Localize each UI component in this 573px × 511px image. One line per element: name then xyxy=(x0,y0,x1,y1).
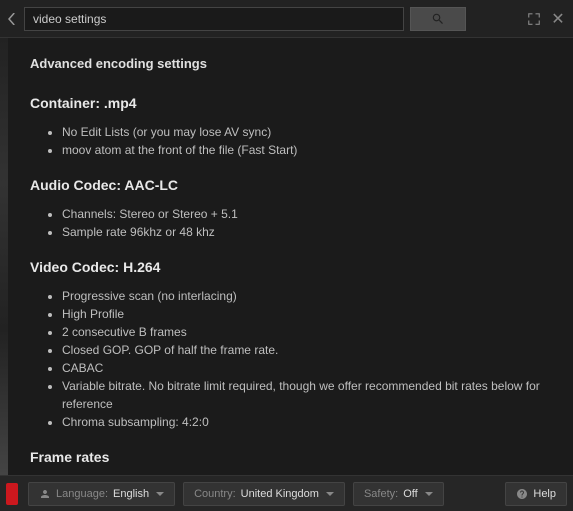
section-framerates-heading: Frame rates xyxy=(30,449,551,465)
section-video-list: Progressive scan (no interlacing) High P… xyxy=(30,287,551,431)
bottom-bar: Language: English Country: United Kingdo… xyxy=(0,475,573,511)
page-title: Advanced encoding settings xyxy=(30,56,551,71)
country-button[interactable]: Country: United Kingdom xyxy=(183,482,345,506)
expand-icon[interactable] xyxy=(525,10,543,28)
search-input[interactable] xyxy=(24,7,404,31)
section-container-heading: Container: .mp4 xyxy=(30,95,551,111)
language-value: English xyxy=(113,488,149,500)
search-icon xyxy=(431,12,445,26)
list-item: Variable bitrate. No bitrate limit requi… xyxy=(62,377,551,413)
list-item: Closed GOP. GOP of half the frame rate. xyxy=(62,341,551,359)
left-strip xyxy=(0,38,8,475)
person-icon xyxy=(39,488,51,500)
back-button[interactable] xyxy=(6,13,18,25)
country-value: United Kingdom xyxy=(241,488,319,500)
section-video-heading: Video Codec: H.264 xyxy=(30,259,551,275)
language-label: Language: xyxy=(56,488,108,500)
help-label: Help xyxy=(533,488,556,500)
list-item: Channels: Stereo or Stereo + 5.1 xyxy=(62,205,551,223)
section-audio-list: Channels: Stereo or Stereo + 5.1 Sample … xyxy=(30,205,551,241)
list-item: moov atom at the front of the file (Fast… xyxy=(62,141,551,159)
help-icon xyxy=(516,488,528,500)
country-label: Country: xyxy=(194,488,236,500)
safety-value: Off xyxy=(403,488,417,500)
language-button[interactable]: Language: English xyxy=(28,482,175,506)
safety-button[interactable]: Safety: Off xyxy=(353,482,444,506)
brand-strip xyxy=(6,483,18,505)
chevron-down-icon xyxy=(425,492,433,496)
list-item: High Profile xyxy=(62,305,551,323)
list-item: Progressive scan (no interlacing) xyxy=(62,287,551,305)
list-item: Chroma subsampling: 4:2:0 xyxy=(62,413,551,431)
list-item: No Edit Lists (or you may lose AV sync) xyxy=(62,123,551,141)
list-item: 2 consecutive B frames xyxy=(62,323,551,341)
section-audio-heading: Audio Codec: AAC-LC xyxy=(30,177,551,193)
help-button[interactable]: Help xyxy=(505,482,567,506)
list-item: CABAC xyxy=(62,359,551,377)
chevron-down-icon xyxy=(156,492,164,496)
top-bar: ✕ xyxy=(0,0,573,38)
section-container-list: No Edit Lists (or you may lose AV sync) … xyxy=(30,123,551,159)
chevron-down-icon xyxy=(326,492,334,496)
safety-label: Safety: xyxy=(364,488,398,500)
content-area: Advanced encoding settings Container: .m… xyxy=(8,38,573,475)
list-item: Sample rate 96khz or 48 khz xyxy=(62,223,551,241)
search-button[interactable] xyxy=(410,7,466,31)
close-icon[interactable]: ✕ xyxy=(549,10,567,28)
